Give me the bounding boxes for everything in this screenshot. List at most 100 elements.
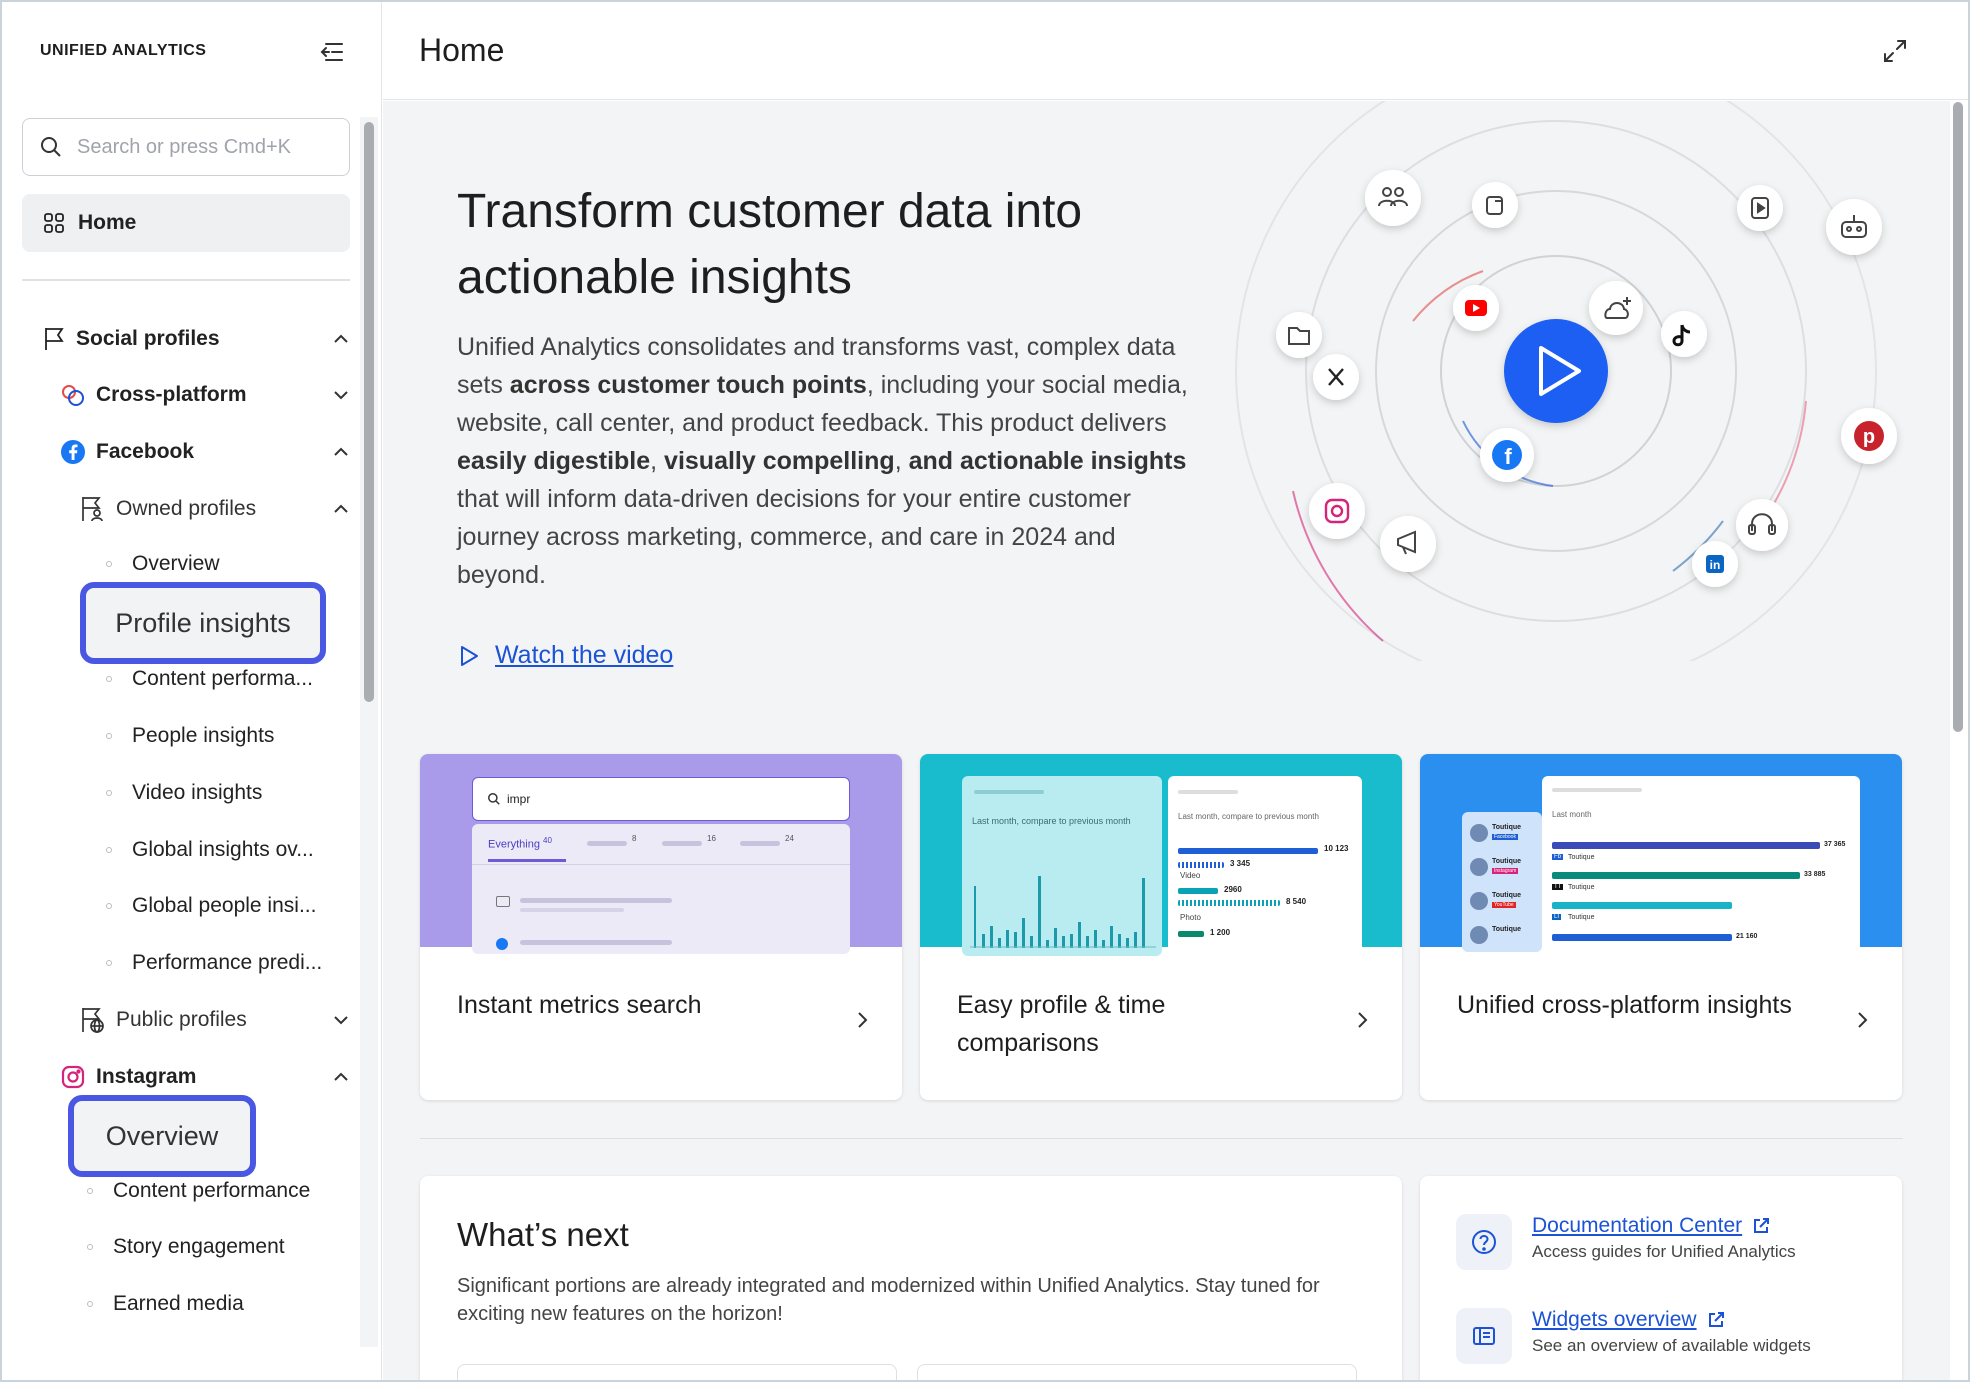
sidebar-item-label: People insights [132,724,275,747]
orbit-illustration: p f in [1235,101,1897,661]
widgets-overview-link[interactable]: Widgets overview See an overview of avai… [1456,1308,1811,1364]
sidebar-item-owned-profiles[interactable]: Owned profiles [80,494,352,524]
external-link-icon [1754,1218,1770,1233]
header: Home [383,2,1968,100]
hero-description: Unified Analytics consolidates and trans… [457,333,1188,589]
bullet [87,1244,93,1250]
sidebar-item-global-people-insights[interactable]: Global people insi... [106,894,316,918]
sidebar-item-profile-insights[interactable]: Profile insights [80,582,326,664]
section-divider [420,1138,1903,1139]
watch-video-link[interactable]: Watch the video [457,641,673,670]
sidebar-item-label: Social profiles [76,327,220,350]
chevron-right-icon[interactable] [1352,1010,1372,1030]
facebook-icon [61,440,85,464]
link-subtitle: Access guides for Unified Analytics [1532,1242,1796,1261]
chevron-up-icon[interactable] [330,328,352,350]
chevron-right-icon[interactable] [852,1010,872,1030]
sidebar-item-label: Earned media [113,1292,244,1315]
preview-bars [970,876,1156,948]
link-subtitle: See an overview of available widgets [1532,1336,1811,1355]
sidebar-item-facebook[interactable]: Facebook [60,437,352,467]
card-preview: impr Everything 40 8 16 24 [420,754,902,954]
sidebar-item-video-insights[interactable]: Video insights [106,781,262,805]
card-title: Easy profile & time comparisons [957,991,1166,1057]
sidebar-item-ig-content-performance[interactable]: Content performance [87,1179,310,1203]
sidebar-item-label: Overview [105,1120,219,1151]
search-icon [41,137,61,157]
preview-comparison: Last month, compare to previous month 10… [1168,776,1362,956]
sidebar-scrollbar[interactable] [364,122,374,702]
documentation-center-link[interactable]: Documentation Center Access guides for U… [1456,1214,1796,1270]
main-scrollbar[interactable] [1950,102,1966,732]
sidebar-item-label: Owned profiles [116,497,257,520]
public-profiles-icon [82,1008,104,1033]
chevron-up-icon[interactable] [330,1066,352,1088]
whats-next-panel: What’s next Significant portions are alr… [420,1176,1402,1380]
bullet [87,1301,93,1307]
preview-search-box: impr [472,777,850,821]
sidebar-item-label: Performance predi... [132,951,323,974]
expand-icon[interactable] [1880,36,1910,66]
sidebar-item-label: Global insights ov... [132,838,314,861]
bullet [87,1188,93,1194]
sidebar-item-label: Profile insights [115,607,291,638]
chevron-up-icon[interactable] [330,498,352,520]
main-content: Transform customer data into actionable … [383,101,1950,1380]
link-title[interactable]: Widgets overview [1532,1308,1697,1332]
sidebar-item-label: Video insights [132,781,263,804]
sidebar-item-instagram[interactable]: Instagram [60,1062,352,1092]
hero-title: Transform customer data into actionable … [457,185,1083,304]
chevron-down-icon[interactable] [330,384,352,406]
card-preview: Toutique Facebook Toutique Instagram Tou… [1420,754,1902,956]
cross-platform-icon [62,385,84,406]
search-input[interactable]: Search or press Cmd+K [22,118,350,176]
sidebar-item-label: Home [78,211,137,234]
sidebar-item-label: Facebook [96,440,195,463]
sidebar-item-label: Cross-platform [96,383,247,406]
sidebar-item-story-engagement[interactable]: Story engagement [87,1235,285,1259]
bullet [106,847,112,853]
sidebar-item-cross-platform[interactable]: Cross-platform [60,380,352,410]
sidebar-item-content-performance[interactable]: Content performa... [106,667,313,691]
preview-bar-chart: Last month, compare to previous month [962,776,1162,956]
sidebar-item-label: Overview [132,552,220,575]
sidebar-item-label: Content performance [113,1179,311,1202]
whats-next-body: Significant portions are already integra… [457,1275,1320,1325]
brand-name: UNIFIED ANALYTICS [40,42,207,59]
sidebar-item-home[interactable]: Home [22,194,350,252]
sidebar-item-label: Story engagement [113,1235,285,1258]
preview-profile-list: Toutique Facebook Toutique Instagram Tou… [1462,812,1542,952]
sidebar-item-ig-overview[interactable]: Overview [68,1095,256,1177]
upcoming-card [457,1364,897,1380]
chevron-up-icon[interactable] [330,441,352,463]
preview-results: Everything 40 8 16 24 [472,824,850,954]
page-title: Home [419,32,505,68]
grid-icon [44,213,64,233]
card-preview: Last month, compare to previous month La… [920,754,1402,956]
resources-panel: Documentation Center Access guides for U… [1420,1176,1902,1380]
sidebar-item-earned-media[interactable]: Earned media [87,1292,244,1316]
whats-next-title: What’s next [457,1216,629,1253]
play-outline-icon [461,645,478,666]
preview-tab-everything: Everything 40 [488,836,552,851]
sidebar-item-fb-overview[interactable]: Overview [106,552,220,576]
watch-video-label: Watch the video [495,641,674,669]
sidebar-item-global-insights[interactable]: Global insights ov... [106,838,314,862]
chevron-down-icon[interactable] [330,1009,352,1031]
sidebar-item-label: Content performa... [132,667,313,690]
link-title[interactable]: Documentation Center [1532,1214,1742,1238]
feature-card-cross-platform[interactable]: Toutique Facebook Toutique Instagram Tou… [1420,754,1902,1100]
sidebar-item-people-insights[interactable]: People insights [106,724,274,748]
bullet [106,561,112,567]
feature-card-metrics-search[interactable]: impr Everything 40 8 16 24 Instant metri… [420,754,902,1100]
chevron-right-icon[interactable] [1852,1010,1872,1030]
sidebar-item-performance-prediction[interactable]: Performance predi... [106,951,322,975]
collapse-sidebar-icon[interactable] [316,36,348,68]
search-placeholder: Search or press Cmd+K [77,135,291,158]
sidebar-item-social-profiles[interactable]: Social profiles [42,324,352,354]
sidebar-item-public-profiles[interactable]: Public profiles [80,1005,352,1035]
upcoming-card [917,1364,1357,1380]
owned-profiles-icon [82,497,103,522]
bullet [106,790,112,796]
feature-card-comparisons[interactable]: Last month, compare to previous month La… [920,754,1402,1100]
